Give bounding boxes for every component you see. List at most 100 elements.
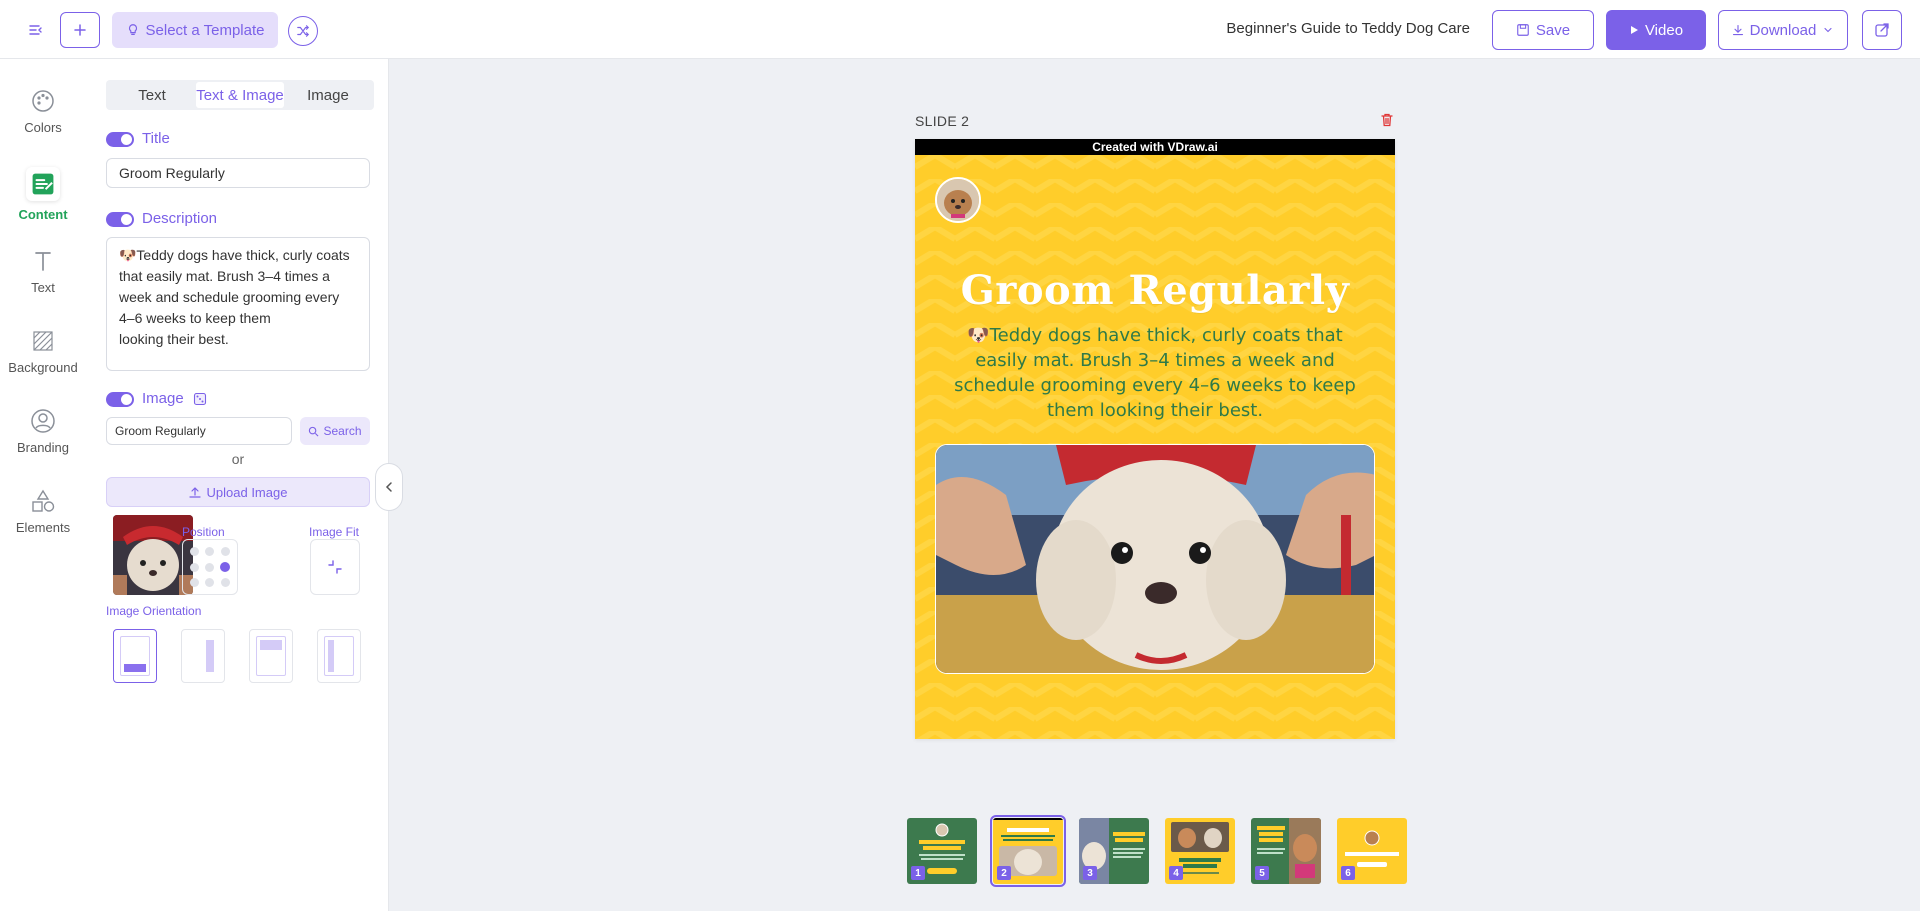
rail-item-content[interactable]: Content (0, 167, 86, 237)
position-dot[interactable] (205, 562, 215, 572)
orientation-image-left[interactable] (317, 629, 361, 683)
position-dot[interactable] (205, 578, 215, 587)
content-tabs: Text Text & Image Image (106, 80, 374, 110)
title-toggle[interactable] (106, 132, 134, 147)
dice-icon[interactable] (193, 392, 207, 406)
slide-label: SLIDE 2 (915, 113, 970, 129)
select-template-label: Select a Template (145, 21, 265, 39)
lightbulb-icon (128, 24, 137, 35)
position-dot[interactable] (190, 578, 200, 587)
image-fit-button[interactable] (310, 539, 360, 595)
rail-item-background[interactable]: Background (0, 328, 86, 398)
filmstrip-slide-1[interactable]: 1 (907, 818, 977, 884)
save-icon (1517, 24, 1529, 36)
filmstrip-slide-5[interactable]: 5 (1251, 818, 1321, 884)
orientation-image-bottom[interactable] (113, 629, 157, 683)
position-dot-selected[interactable] (220, 562, 231, 572)
position-grid[interactable] (182, 539, 238, 595)
collapse-panel-button[interactable] (375, 463, 403, 511)
slide-photo[interactable] (935, 444, 1375, 674)
select-template-button[interactable]: Select a Template (112, 12, 278, 48)
tab-text[interactable]: Text (108, 82, 196, 108)
rail-item-text[interactable]: Text (0, 248, 86, 318)
image-label: Image (142, 390, 184, 407)
upload-image-button[interactable]: Upload Image (106, 477, 370, 507)
watermark-bar: Created with VDraw.ai (915, 139, 1395, 155)
slide-number-badge: 4 (1169, 866, 1183, 880)
menu-icon[interactable] (26, 20, 46, 40)
rail-item-colors[interactable]: Colors (0, 88, 86, 158)
search-icon (309, 426, 319, 436)
brand-avatar[interactable] (935, 177, 981, 223)
position-dot[interactable] (190, 547, 200, 556)
tab-image[interactable]: Image (284, 82, 372, 108)
tab-text-image[interactable]: Text & Image (196, 82, 284, 108)
video-button[interactable]: Video (1606, 10, 1706, 50)
document-title[interactable]: Beginner's Guide to Teddy Dog Care (1200, 20, 1470, 37)
slide-number-badge: 3 (1083, 866, 1097, 880)
save-button[interactable]: Save (1492, 10, 1594, 50)
position-label: Position (182, 525, 225, 539)
upload-label: Upload Image (206, 484, 288, 500)
slide-number-badge: 6 (1341, 866, 1355, 880)
rail-label: Text (31, 280, 55, 295)
download-label: Download (1749, 21, 1817, 39)
or-divider-text: or (231, 451, 245, 467)
text-icon (35, 252, 51, 271)
user-circle-icon (31, 409, 55, 433)
position-dot[interactable] (220, 547, 230, 556)
play-icon (1630, 26, 1638, 34)
image-orientation-label: Image Orientation (106, 604, 202, 618)
title-label: Title (142, 130, 170, 147)
description-toggle[interactable] (106, 212, 134, 227)
orientation-image-right[interactable] (181, 629, 225, 683)
image-fit-label: Image Fit (309, 525, 360, 539)
download-icon (1732, 24, 1743, 36)
upload-icon (188, 487, 201, 498)
rail-item-elements[interactable]: Elements (0, 488, 86, 558)
rail-label: Elements (15, 520, 71, 535)
slide-title[interactable]: Groom Regularly (915, 267, 1395, 314)
left-rail: Colors Content Text Background Branding … (0, 59, 86, 911)
filmstrip-slide-3[interactable]: 3 (1079, 818, 1149, 884)
palette-icon (32, 90, 54, 112)
shuffle-button[interactable] (288, 16, 318, 46)
slide-number-badge: 5 (1255, 866, 1269, 880)
rail-item-branding[interactable]: Branding (0, 408, 86, 478)
description-textarea[interactable]: 🐶Teddy dogs have thick, curly coats that… (106, 237, 370, 371)
image-toggle[interactable] (106, 392, 134, 407)
position-dot[interactable] (205, 547, 215, 556)
slide-canvas[interactable]: Created with VDraw.ai Groom Regularly 🐶T… (915, 139, 1395, 739)
chevron-left-icon (385, 482, 392, 492)
filmstrip-slide-2[interactable]: 2 (990, 815, 1066, 887)
top-bar: Select a Template Beginner's Guide to Te… (0, 0, 1920, 59)
filmstrip-slide-6[interactable]: 6 (1337, 818, 1407, 884)
orientation-image-top[interactable] (249, 629, 293, 683)
position-dot[interactable] (220, 578, 230, 587)
search-label: Search (323, 424, 362, 438)
selected-image-thumbnail[interactable] (113, 515, 193, 595)
slide-description[interactable]: 🐶Teddy dogs have thick, curly coats that… (951, 323, 1359, 423)
content-edit-icon (32, 173, 54, 195)
add-slide-button[interactable] (60, 12, 100, 48)
rail-label: Colors (24, 120, 62, 135)
position-dot[interactable] (190, 562, 200, 572)
external-link-icon (1875, 23, 1889, 37)
slide-number-badge: 2 (997, 866, 1011, 880)
image-search-button[interactable]: Search (300, 417, 370, 445)
rail-active-highlight (26, 167, 60, 201)
video-label: Video (1644, 21, 1684, 39)
shrink-icon (328, 560, 342, 574)
download-button[interactable]: Download (1718, 10, 1848, 50)
rail-label: Background (8, 360, 78, 375)
save-label: Save (1535, 21, 1571, 39)
shapes-icon (32, 489, 55, 512)
content-panel: Text Text & Image Image Title Groom Regu… (86, 59, 389, 911)
title-input[interactable]: Groom Regularly (106, 158, 370, 188)
chevron-down-icon (1824, 27, 1832, 33)
background-pattern-icon (33, 331, 53, 351)
image-search-input[interactable]: Groom Regularly (106, 417, 292, 445)
filmstrip-slide-4[interactable]: 4 (1165, 818, 1235, 884)
delete-slide-icon[interactable] (1379, 112, 1395, 128)
open-external-button[interactable] (1862, 10, 1902, 50)
